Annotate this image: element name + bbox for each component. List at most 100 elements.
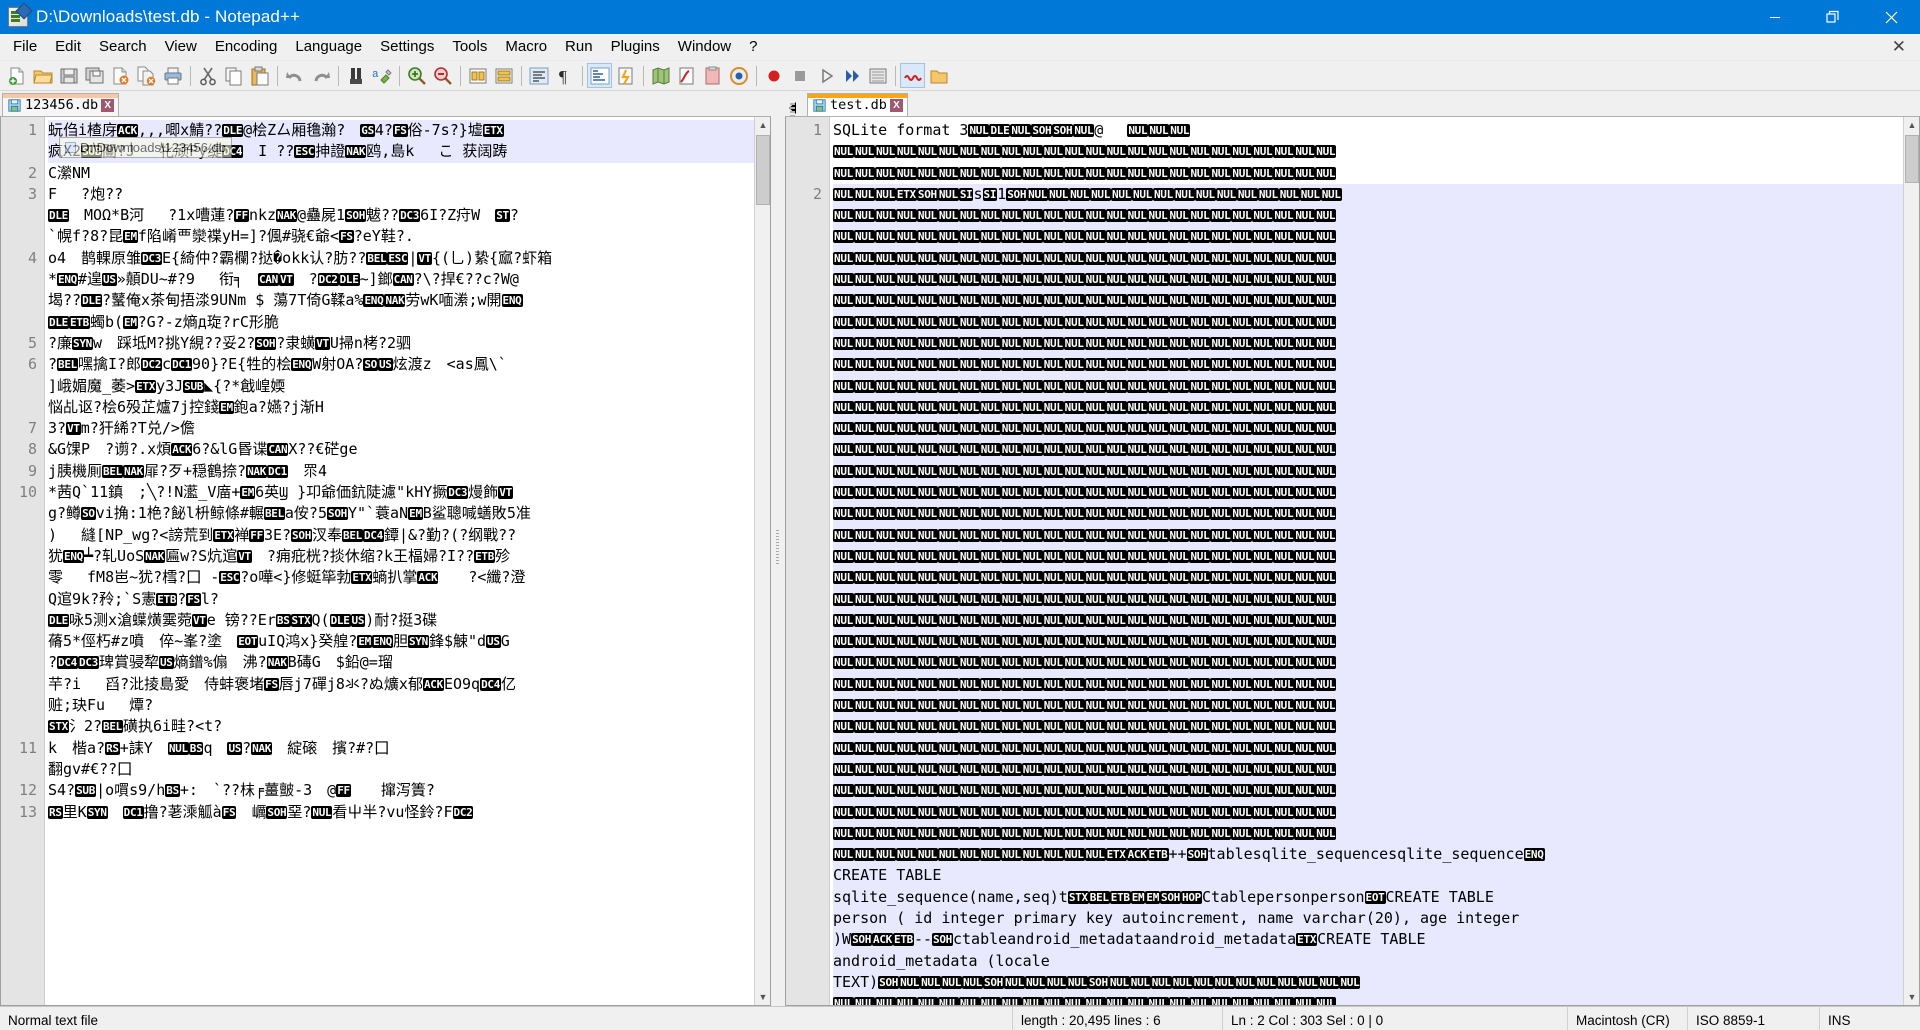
undo-icon[interactable] [282,63,307,88]
copy-icon[interactable] [221,63,246,88]
control-char-nul: NUL [1042,379,1064,393]
open-folder-icon[interactable] [926,63,951,88]
close-icon[interactable] [1862,0,1920,34]
control-char-nul: NUL [1210,251,1232,265]
scroll-down-icon[interactable]: ▼ [1904,989,1919,1005]
menu-help[interactable]: ? [740,34,766,60]
function-list-icon[interactable] [674,63,699,88]
right-code-area[interactable]: SQLite format 3NUL DLE NUL SOH SOH NUL@ NUL NU… [830,117,1903,1005]
menu-view[interactable]: View [156,34,206,60]
document-map-icon[interactable] [648,63,673,88]
menu-run[interactable]: Run [556,34,602,60]
menu-settings[interactable]: Settings [371,34,443,60]
new-file-icon[interactable] [4,63,29,88]
control-char-enq: ENQ [1523,848,1545,862]
control-char-nul: NUL [1069,187,1091,201]
close-all-files-icon[interactable] [134,63,159,88]
user-defined-language-icon[interactable] [613,63,638,88]
tab-123456-db[interactable]: 123456.db X [2,93,120,116]
print-icon[interactable] [160,63,185,88]
close-file-icon[interactable] [108,63,133,88]
menu-search[interactable]: Search [90,34,156,60]
left-vertical-scrollbar[interactable]: ▲ ▼ [754,117,770,1005]
close-icon[interactable]: X [889,98,903,112]
control-char-nul: NUL [874,400,896,414]
find-icon[interactable] [343,63,368,88]
save-icon[interactable] [56,63,81,88]
code-line: C瀠NM [48,163,91,182]
control-char-nul: NUL [874,762,896,776]
scroll-up-icon[interactable]: ▲ [755,117,770,133]
sync-vertical-scrolling-icon[interactable] [465,63,490,88]
menu-plugins[interactable]: Plugins [602,34,669,60]
control-char-nul: NUL [1105,677,1127,691]
save-icon [813,98,826,112]
tab-test-db[interactable]: test.db X [807,93,908,116]
control-char-nul: NUL [1294,294,1316,308]
control-char-nul: NUL [916,571,938,585]
scroll-down-icon[interactable]: ▼ [755,989,770,1005]
control-char-nul: NUL [958,699,980,713]
control-char-nul: NUL [874,677,896,691]
right-vertical-scrollbar[interactable]: ▲ ▼ [1903,117,1919,1005]
replace-icon[interactable]: a [369,63,394,88]
tab-drag-handle[interactable] [790,103,795,117]
tab-label: 123456.db [25,97,99,113]
scrollbar-thumb[interactable] [1905,135,1919,183]
pane-splitter[interactable] [771,91,785,1006]
control-char-nul: NUL [1294,528,1316,542]
minimize-icon[interactable] [1746,0,1804,34]
open-file-icon[interactable] [30,63,55,88]
cut-icon[interactable] [195,63,220,88]
zoom-in-icon[interactable] [404,63,429,88]
control-char-nul: NUL [1252,145,1274,159]
control-char-bel: BEL [1088,890,1110,904]
control-char-bs: BS [188,741,204,755]
show-all-characters-icon[interactable]: ¶ [552,63,577,88]
close-icon[interactable]: X [101,98,115,112]
menu-tools[interactable]: Tools [443,34,496,60]
save-all-icon[interactable] [82,63,107,88]
control-char-nul: NUL [1126,486,1148,500]
stop-recording-icon[interactable] [787,63,812,88]
start-recording-icon[interactable] [761,63,786,88]
close-document-icon[interactable]: ✕ [1888,37,1910,57]
menu-language[interactable]: Language [286,34,371,60]
scrollbar-thumb[interactable] [756,135,770,205]
control-char-nul: NUL [979,422,1001,436]
code-line-nul-run: NUL NUL NUL NUL NUL NUL NUL NUL NUL NUL NUL NUL NUL N… [833,141,1903,162]
squiggly-underline-icon[interactable] [900,63,925,88]
right-editor[interactable]: 12 SQLite format 3NUL DLE NUL SOH SOH NUL@ NU… [785,116,1920,1006]
control-char-nul: NUL [1315,656,1337,670]
folder-as-workspace-icon[interactable] [700,63,725,88]
line-number: 4 [27,248,37,267]
code-line-nul-run: NUL NUL NUL NUL NUL NUL NUL NUL NUL NUL NUL NUL NUL N… [833,247,1903,270]
monitoring-icon[interactable] [726,63,751,88]
control-char-nul: NUL [1021,805,1043,819]
control-char-nul: NUL [1105,145,1127,159]
status-insert-mode: INS [1828,1012,1851,1028]
zoom-out-icon[interactable] [430,63,455,88]
playback-icon[interactable] [813,63,838,88]
indent-guideline-icon[interactable] [587,63,612,88]
menu-encoding[interactable]: Encoding [206,34,287,60]
left-code-area[interactable]: 蚖㑇i楂庌ACK,,,唧x鯖??DLE@桧Z厶厢氇瀚? GS4?FS俗-7s?}… [45,117,754,1005]
menu-window[interactable]: Window [669,34,740,60]
scroll-up-icon[interactable]: ▲ [1904,117,1919,133]
control-char-nul: NUL [937,997,959,1005]
save-current-recorded-macro-icon[interactable] [865,63,890,88]
paste-icon[interactable] [247,63,272,88]
menu-edit[interactable]: Edit [46,34,90,60]
left-editor[interactable]: D:\Downloads\123456.db 1 2 3 4 5 6 7 8 9 10 11 12 13… [0,116,771,1006]
control-char-nul: NUL [1105,464,1127,478]
menu-macro[interactable]: Macro [496,34,556,60]
redo-icon[interactable] [308,63,333,88]
restore-icon[interactable] [1804,0,1862,34]
word-wrap-icon[interactable] [526,63,551,88]
control-char-nul: NUL [833,677,854,691]
menu-file[interactable]: File [4,34,46,60]
run-macro-multiple-times-icon[interactable] [839,63,864,88]
control-char-nul: NUL [1063,166,1085,180]
control-char-nul: NUL [874,336,896,350]
sync-horizontal-scrolling-icon[interactable] [491,63,516,88]
